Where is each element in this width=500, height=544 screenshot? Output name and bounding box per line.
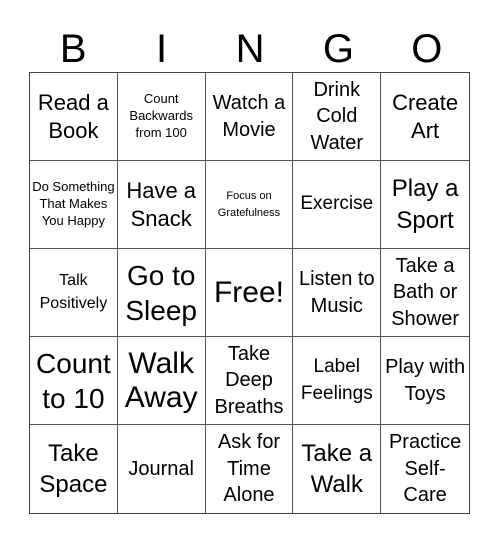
bingo-card-grid: Read a Book Count Backwards from 100 Wat… — [29, 72, 470, 514]
bingo-cell[interactable]: Practice Self-Care — [381, 425, 469, 513]
bingo-cell[interactable]: Read a Book — [30, 73, 118, 161]
bingo-cell[interactable]: Take a Walk — [293, 425, 382, 513]
bingo-cell[interactable]: Count Backwards from 100 — [117, 73, 206, 161]
header-letter-b: B — [59, 27, 87, 71]
bingo-cell[interactable]: Talk Positively — [30, 249, 118, 337]
bingo-cell[interactable]: Walk Away — [117, 337, 206, 425]
bingo-cell[interactable]: Have a Snack — [117, 161, 206, 249]
header-letter-n: N — [235, 27, 265, 71]
bingo-cell[interactable]: Exercise — [293, 161, 382, 249]
bingo-cell[interactable]: Listen to Music — [293, 249, 382, 337]
bingo-cell[interactable]: Count to 10 — [30, 337, 118, 425]
bingo-cell[interactable]: Journal — [118, 425, 206, 513]
header-letter-i: I — [156, 27, 168, 71]
bingo-cell[interactable]: Take Deep Breaths — [205, 337, 294, 425]
free-space-cell[interactable]: Free! — [205, 249, 294, 337]
bingo-cell[interactable]: Go to Sleep — [117, 249, 206, 337]
bingo-cell[interactable]: Create Art — [381, 73, 469, 161]
bingo-header: B I N G O — [29, 26, 471, 72]
bingo-cell[interactable]: Do Something That Makes You Happy — [30, 161, 118, 249]
bingo-cell[interactable]: Play a Sport — [381, 161, 469, 249]
bingo-cell[interactable]: Play with Toys — [381, 337, 469, 425]
bingo-cell[interactable]: Focus on Gratefulness — [205, 161, 294, 249]
header-letter-o: O — [411, 27, 443, 71]
bingo-cell[interactable]: Label Feelings — [293, 337, 382, 425]
bingo-cell[interactable]: Take a Bath or Shower — [381, 249, 469, 337]
bingo-cell[interactable]: Watch a Movie — [205, 73, 294, 161]
bingo-cell[interactable]: Ask for Time Alone — [206, 425, 294, 513]
bingo-cell[interactable]: Drink Cold Water — [293, 73, 382, 161]
bingo-cell[interactable]: Take Space — [30, 425, 118, 513]
header-letter-g: G — [322, 27, 354, 71]
